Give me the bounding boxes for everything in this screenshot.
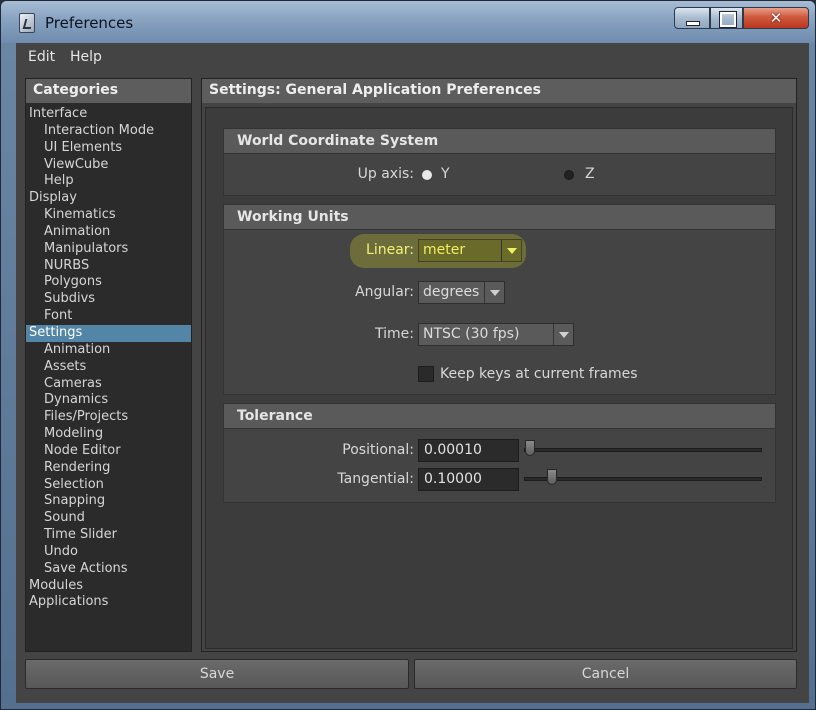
category-item[interactable]: Modeling <box>26 426 191 443</box>
time-label: Time: <box>375 326 414 342</box>
category-item[interactable]: Undo <box>26 544 191 561</box>
working-units-title: Working Units <box>237 209 349 225</box>
positional-slider-handle[interactable] <box>525 440 535 456</box>
category-item[interactable]: Modules <box>26 578 191 595</box>
world-coordinate-title: World Coordinate System <box>237 133 439 149</box>
tolerance-section: Positional: 0.00010 Tangential: 0.10000 <box>223 429 776 503</box>
category-item[interactable]: Time Slider <box>26 527 191 544</box>
tangential-field[interactable]: 0.10000 <box>418 468 519 491</box>
tangential-slider-track[interactable] <box>524 477 762 481</box>
category-item[interactable]: Interface <box>26 106 191 123</box>
category-item[interactable]: Polygons <box>26 274 191 291</box>
tolerance-section-header[interactable]: Tolerance <box>223 403 776 429</box>
category-item[interactable]: ViewCube <box>26 157 191 174</box>
positional-value: 0.00010 <box>424 442 482 458</box>
category-item[interactable]: Node Editor <box>26 443 191 460</box>
category-item[interactable]: Animation <box>26 224 191 241</box>
window-title: Preferences <box>45 14 134 32</box>
tangential-label: Tangential: <box>337 471 414 487</box>
tolerance-title: Tolerance <box>237 408 313 424</box>
up-axis-z-label: Z <box>585 166 595 182</box>
categories-title: Categories <box>33 82 119 98</box>
settings-header: Settings: General Application Preference… <box>202 79 796 103</box>
keep-keys-label: Keep keys at current frames <box>440 366 638 382</box>
settings-panel: Settings: General Application Preference… <box>201 78 797 652</box>
category-item[interactable]: NURBS <box>26 258 191 275</box>
linear-units-value: meter <box>423 242 466 258</box>
category-item[interactable]: Interaction Mode <box>26 123 191 140</box>
settings-content: World Coordinate System Up axis: Y Z Wor… <box>205 107 793 649</box>
working-units-section-header[interactable]: Working Units <box>223 204 776 230</box>
category-item[interactable]: Snapping <box>26 493 191 510</box>
category-item[interactable]: Save Actions <box>26 561 191 578</box>
maya-app-icon <box>19 13 35 33</box>
cancel-button[interactable]: Cancel <box>414 659 797 689</box>
maximize-button[interactable] <box>710 7 743 29</box>
angular-units-dropdown[interactable]: degrees <box>418 281 505 304</box>
chevron-down-icon <box>484 282 504 303</box>
close-button[interactable] <box>743 7 809 29</box>
category-item[interactable]: Display <box>26 190 191 207</box>
linear-label: Linear: <box>366 242 414 258</box>
category-item[interactable]: Selection <box>26 477 191 494</box>
category-item[interactable]: Sound <box>26 510 191 527</box>
up-axis-y-label: Y <box>441 166 450 182</box>
menu-help[interactable]: Help <box>70 49 102 65</box>
world-coordinate-section-header[interactable]: World Coordinate System <box>223 128 776 154</box>
linear-units-dropdown[interactable]: meter <box>418 239 522 262</box>
category-item[interactable]: Cameras <box>26 376 191 393</box>
time-units-value: NTSC (30 fps) <box>423 326 520 342</box>
positional-slider-track[interactable] <box>524 448 762 452</box>
positional-label: Positional: <box>342 442 414 458</box>
settings-title: Settings: General Application Preference… <box>209 82 541 98</box>
category-item[interactable]: Applications <box>26 594 191 611</box>
categories-list: Interface Interaction Mode UI Elements View… <box>26 106 191 611</box>
category-item[interactable]: UI Elements <box>26 140 191 157</box>
tangential-slider-handle[interactable] <box>547 469 557 485</box>
minimize-button[interactable] <box>674 7 710 29</box>
save-button[interactable]: Save <box>25 659 409 689</box>
categories-panel: Categories Interface Interaction Mode UI E… <box>25 78 192 652</box>
preferences-window: Preferences Edit Help Categories Interfa… <box>0 0 816 710</box>
category-item[interactable]: Rendering <box>26 460 191 477</box>
up-axis-y-radio[interactable] <box>422 170 432 180</box>
category-item[interactable]: Font <box>26 308 191 325</box>
chevron-down-icon <box>501 240 521 261</box>
category-item[interactable]: Manipulators <box>26 241 191 258</box>
world-coordinate-section: Up axis: Y Z <box>223 154 776 196</box>
category-item[interactable]: Kinematics <box>26 207 191 224</box>
title-bar[interactable]: Preferences <box>1 1 815 43</box>
category-item[interactable]: Assets <box>26 359 191 376</box>
angular-label: Angular: <box>355 284 414 300</box>
menu-edit[interactable]: Edit <box>28 49 55 65</box>
keep-keys-checkbox[interactable] <box>418 366 434 382</box>
category-item[interactable]: Subdivs <box>26 291 191 308</box>
category-item[interactable]: Help <box>26 173 191 190</box>
tangential-value: 0.10000 <box>424 471 482 487</box>
category-item[interactable]: Dynamics <box>26 392 191 409</box>
category-item[interactable]: Files/Projects <box>26 409 191 426</box>
dialog-client-area: Edit Help Categories Interface Interactio… <box>16 43 809 703</box>
up-axis-label: Up axis: <box>357 166 414 182</box>
chevron-down-icon <box>553 324 573 345</box>
menu-bar: Edit Help <box>16 43 809 73</box>
time-units-dropdown[interactable]: NTSC (30 fps) <box>418 323 574 346</box>
categories-header: Categories <box>26 79 191 103</box>
angular-units-value: degrees <box>423 284 480 300</box>
working-units-section: Linear: meter Angular: degrees Time: NTS… <box>223 230 776 395</box>
category-item[interactable]: Settings <box>26 324 191 342</box>
category-item[interactable]: Animation <box>26 342 191 359</box>
positional-field[interactable]: 0.00010 <box>418 439 519 462</box>
up-axis-z-radio[interactable] <box>564 170 574 180</box>
